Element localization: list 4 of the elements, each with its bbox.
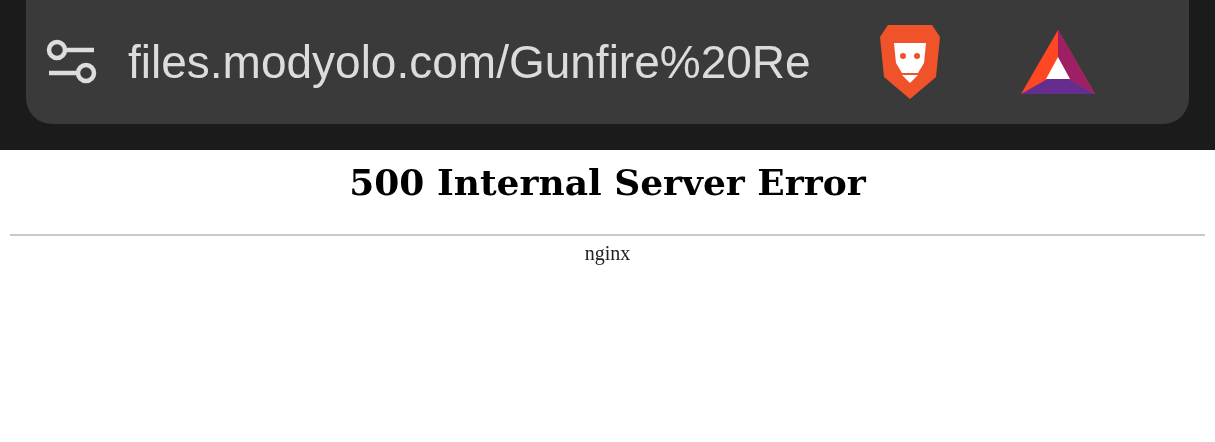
error-heading: 500 Internal Server Error — [349, 161, 866, 203]
triangle-icon[interactable] — [1020, 29, 1096, 95]
settings-icon[interactable] — [46, 39, 98, 85]
server-name: nginx — [584, 242, 631, 265]
